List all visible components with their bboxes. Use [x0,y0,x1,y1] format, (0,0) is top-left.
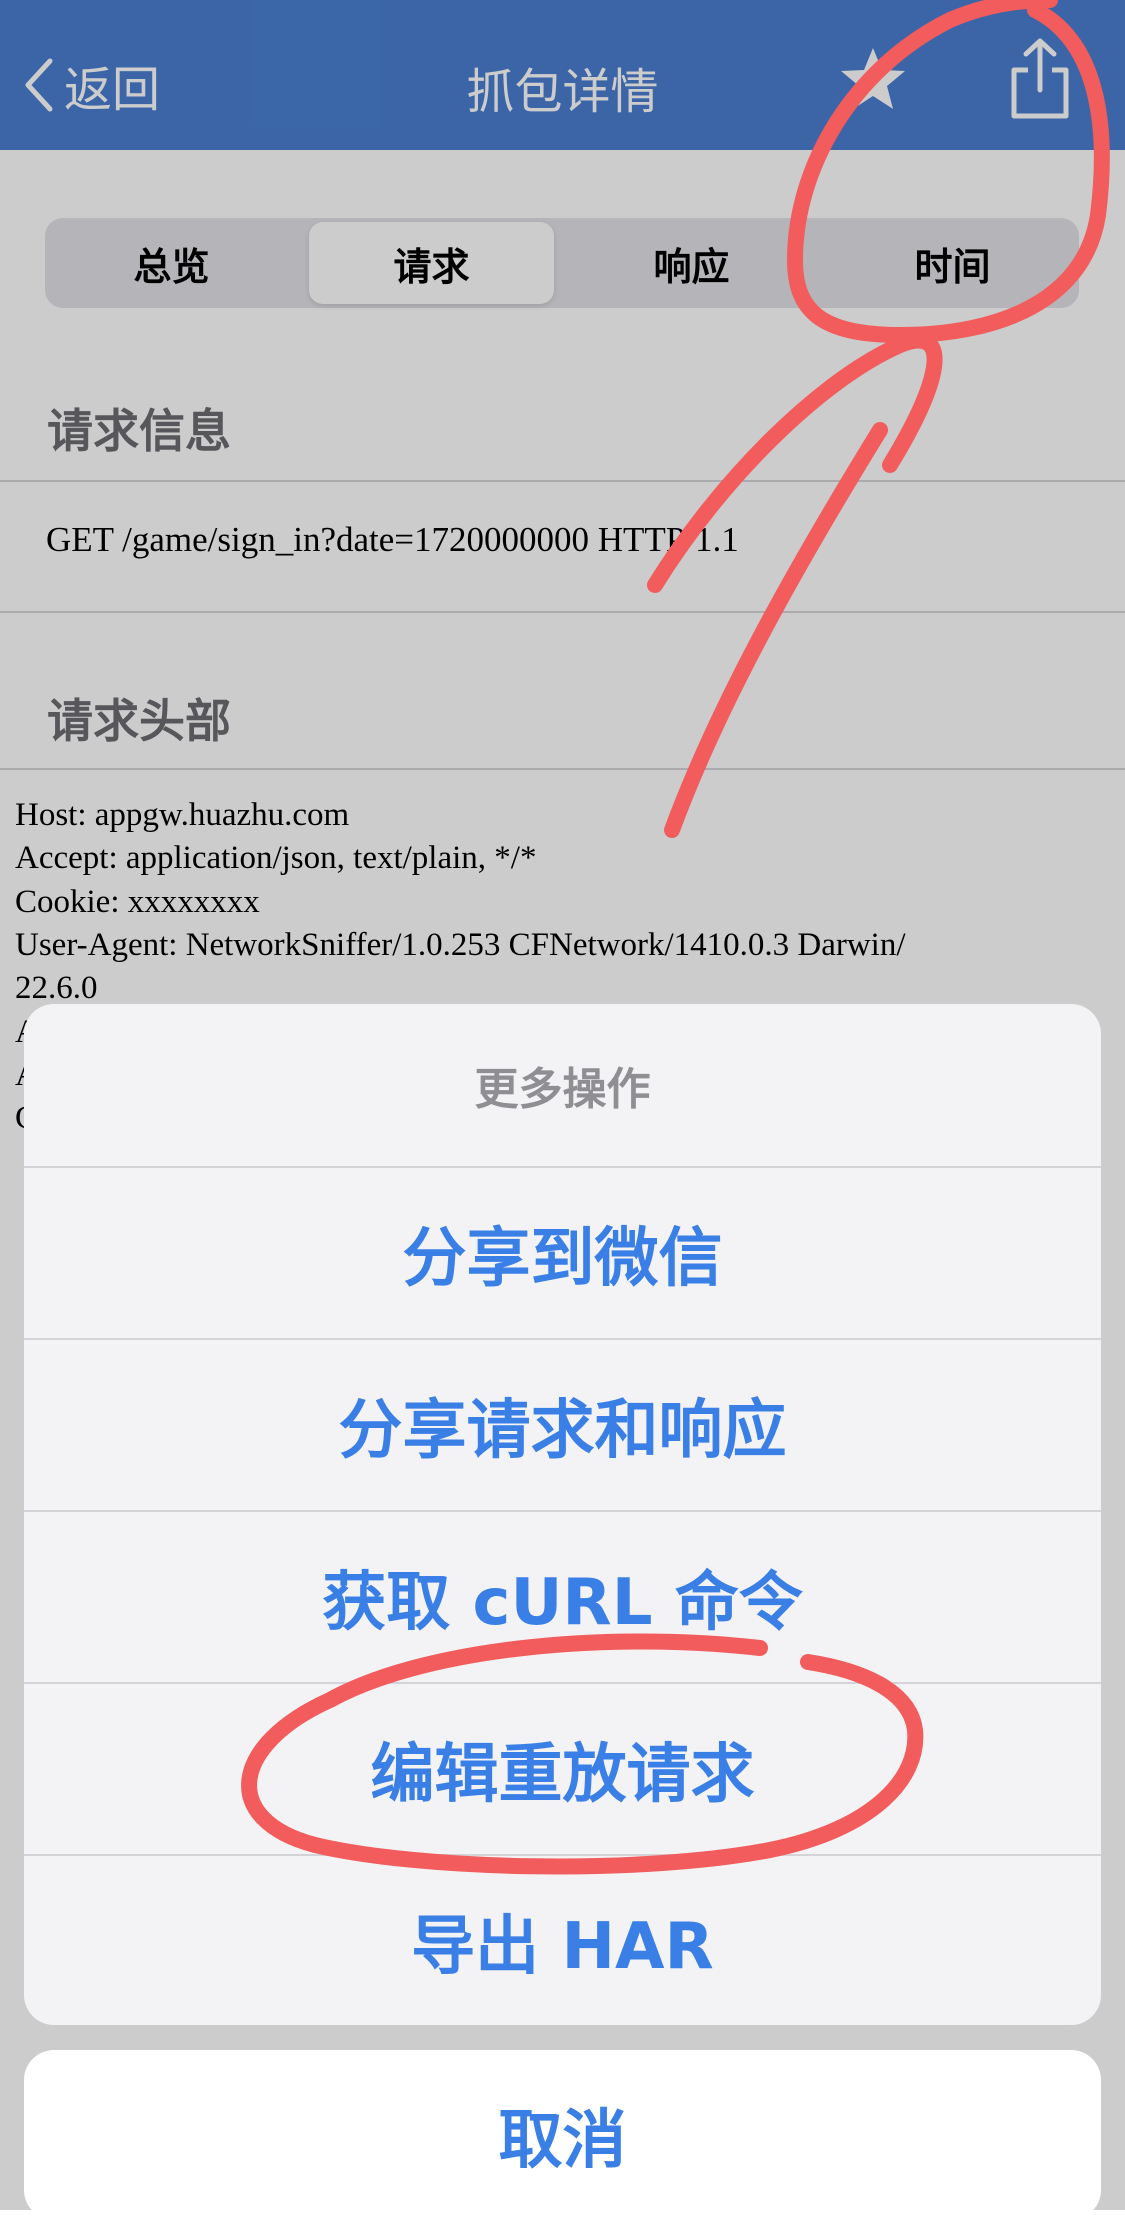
edit-replay-request-button[interactable]: 编辑重放请求 [24,1684,1101,1854]
share-to-wechat-button[interactable]: 分享到微信 [24,1168,1101,1338]
action-sheet: 更多操作 分享到微信 分享请求和响应 获取 cURL 命令 编辑重放请求 导出 … [24,1004,1101,2025]
action-sheet-title: 更多操作 [474,1064,651,1115]
share-request-response-button[interactable]: 分享请求和响应 [24,1340,1101,1510]
get-curl-command-button[interactable]: 获取 cURL 命令 [24,1512,1101,1682]
export-har-button[interactable]: 导出 HAR [24,1856,1101,2025]
cancel-button[interactable]: 取消 [24,2050,1101,2220]
